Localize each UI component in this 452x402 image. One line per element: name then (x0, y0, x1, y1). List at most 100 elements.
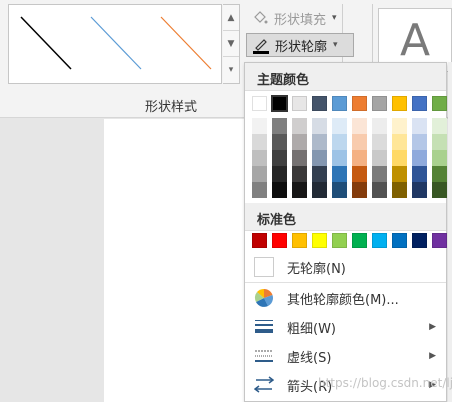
theme-shade-swatch[interactable] (412, 134, 427, 150)
theme-shade-swatch[interactable] (312, 150, 327, 166)
theme-shade-swatch[interactable] (332, 118, 347, 134)
standard-color-swatch[interactable] (312, 233, 327, 248)
theme-shade-swatch[interactable] (292, 182, 307, 198)
theme-shade-swatch[interactable] (252, 166, 267, 182)
theme-shade-swatch[interactable] (312, 118, 327, 134)
theme-shade-swatch[interactable] (332, 182, 347, 198)
shape-outline-label: 形状轮廓 (275, 39, 328, 55)
weight-item[interactable]: 粗细(W) ▶ (245, 313, 446, 341)
theme-shade-swatch[interactable] (392, 134, 407, 150)
theme-color-swatch[interactable] (432, 96, 447, 111)
style-swatch-orange[interactable] (153, 11, 219, 77)
theme-shade-swatch[interactable] (392, 118, 407, 134)
theme-shade-column (272, 118, 287, 198)
theme-shade-swatch[interactable] (292, 134, 307, 150)
standard-colors-header: 标准色 (245, 203, 446, 231)
chevron-down-icon: ▾ (332, 13, 337, 23)
theme-color-swatch[interactable] (312, 96, 327, 111)
theme-shade-swatch[interactable] (432, 134, 447, 150)
right-edge-strip (448, 62, 452, 402)
theme-shade-swatch[interactable] (272, 166, 287, 182)
gallery-more-icon[interactable]: ▾ (223, 57, 239, 83)
standard-color-swatch[interactable] (372, 233, 387, 248)
theme-color-swatch[interactable] (271, 95, 288, 112)
theme-shade-swatch[interactable] (352, 182, 367, 198)
theme-shade-swatch[interactable] (432, 166, 447, 182)
standard-color-swatch[interactable] (332, 233, 347, 248)
theme-shade-swatch[interactable] (412, 118, 427, 134)
theme-color-swatch[interactable] (372, 96, 387, 111)
standard-color-swatch[interactable] (272, 233, 287, 248)
shape-outline-button[interactable]: 形状轮廓 ▾ (246, 33, 354, 57)
style-swatch-blue[interactable] (83, 11, 149, 77)
standard-color-swatch[interactable] (352, 233, 367, 248)
standard-color-swatch[interactable] (392, 233, 407, 248)
theme-shade-swatch[interactable] (272, 150, 287, 166)
style-swatch-black[interactable] (13, 11, 79, 77)
chevron-down-icon: ▾ (333, 40, 338, 50)
theme-color-swatch[interactable] (292, 96, 307, 111)
arrows-item[interactable]: 箭头(R) ▶ (245, 371, 446, 399)
standard-color-swatch[interactable] (412, 233, 427, 248)
theme-shade-swatch[interactable] (372, 134, 387, 150)
theme-shade-swatch[interactable] (372, 150, 387, 166)
gallery-down-icon[interactable]: ▼ (223, 31, 239, 57)
theme-shade-swatch[interactable] (392, 150, 407, 166)
theme-shade-swatch[interactable] (412, 182, 427, 198)
standard-color-swatch[interactable] (292, 233, 307, 248)
theme-colors-header: 主题颜色 (245, 63, 446, 91)
theme-shade-swatch[interactable] (312, 166, 327, 182)
theme-shade-swatch[interactable] (272, 134, 287, 150)
theme-shade-swatch[interactable] (392, 182, 407, 198)
theme-shade-swatch[interactable] (292, 150, 307, 166)
theme-shade-swatch[interactable] (432, 118, 447, 134)
no-outline-item[interactable]: 无轮廓(N) (245, 253, 446, 281)
theme-shade-swatch[interactable] (352, 166, 367, 182)
theme-shade-swatch[interactable] (312, 182, 327, 198)
theme-color-swatch[interactable] (332, 96, 347, 111)
theme-shade-column (312, 118, 327, 198)
theme-shade-swatch[interactable] (292, 166, 307, 182)
standard-color-swatch[interactable] (252, 233, 267, 248)
theme-shade-column (432, 118, 447, 198)
theme-shade-swatch[interactable] (432, 182, 447, 198)
theme-shade-swatch[interactable] (352, 150, 367, 166)
theme-color-swatch[interactable] (352, 96, 367, 111)
theme-shade-swatch[interactable] (332, 134, 347, 150)
theme-shade-swatch[interactable] (352, 118, 367, 134)
theme-shade-swatch[interactable] (332, 166, 347, 182)
theme-shade-swatch[interactable] (252, 118, 267, 134)
theme-shade-swatch[interactable] (372, 118, 387, 134)
theme-color-swatch[interactable] (252, 96, 267, 111)
shape-style-gallery[interactable] (8, 4, 222, 84)
theme-color-swatch[interactable] (392, 96, 407, 111)
theme-shade-swatch[interactable] (412, 150, 427, 166)
no-outline-label: 无轮廓(N) (287, 261, 346, 277)
theme-shade-column (372, 118, 387, 198)
more-colors-item[interactable]: 其他轮廓颜色(M)... (245, 284, 446, 312)
theme-shade-swatch[interactable] (352, 134, 367, 150)
theme-shade-swatch[interactable] (312, 134, 327, 150)
theme-shade-swatch[interactable] (432, 150, 447, 166)
more-colors-label: 其他轮廓颜色(M)... (287, 292, 399, 308)
theme-shade-swatch[interactable] (252, 182, 267, 198)
dashes-item[interactable]: 虚线(S) ▶ (245, 342, 446, 370)
theme-shade-swatch[interactable] (272, 182, 287, 198)
gallery-up-icon[interactable]: ▲ (223, 5, 239, 31)
shape-fill-button[interactable]: 形状填充 ▾ (246, 6, 341, 30)
theme-shade-swatch[interactable] (252, 134, 267, 150)
no-outline-icon (253, 256, 275, 278)
document-margin (0, 119, 104, 402)
theme-shade-swatch[interactable] (292, 118, 307, 134)
theme-shade-swatch[interactable] (332, 150, 347, 166)
arrow-style-icon (253, 374, 275, 396)
dashes-label: 虚线(S) (287, 350, 332, 366)
theme-shade-swatch[interactable] (372, 166, 387, 182)
theme-shade-swatch[interactable] (272, 118, 287, 134)
theme-shade-swatch[interactable] (372, 182, 387, 198)
theme-shade-swatch[interactable] (252, 150, 267, 166)
theme-color-swatch[interactable] (412, 96, 427, 111)
theme-shade-swatch[interactable] (392, 166, 407, 182)
theme-shade-swatch[interactable] (412, 166, 427, 182)
standard-color-swatch[interactable] (432, 233, 447, 248)
